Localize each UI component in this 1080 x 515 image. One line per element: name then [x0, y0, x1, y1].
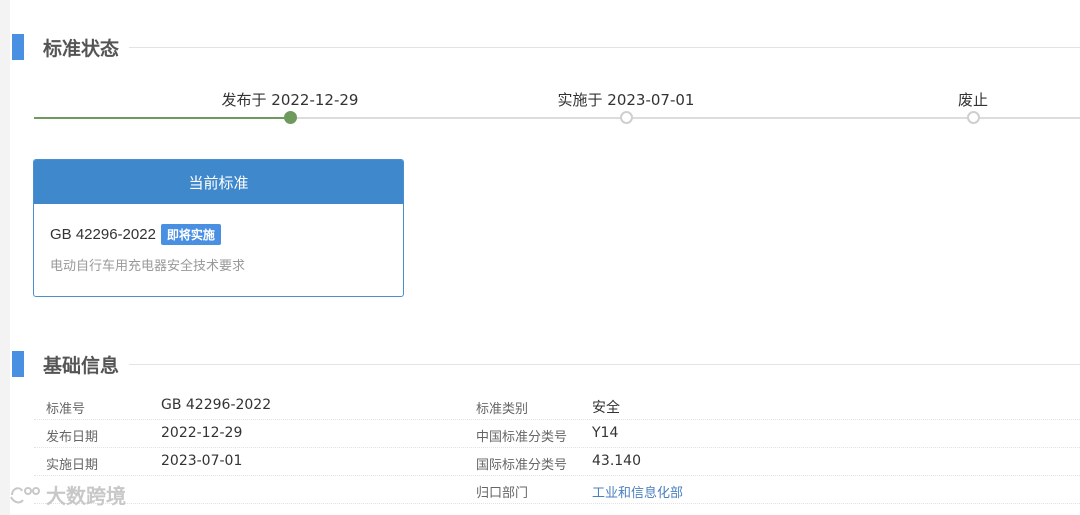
status-section-header: 标准状态 — [12, 34, 1080, 60]
section-marker — [12, 34, 24, 60]
info-label-ccs: 中国标准分类号 — [476, 430, 568, 445]
timeline-step-abolished-dot — [967, 111, 980, 124]
standard-description: 电动自行车用充电器安全技术要求 — [50, 259, 246, 274]
info-label-implement-date: 实施日期 — [46, 458, 99, 473]
current-standard-card[interactable]: 当前标准 GB 42296-2022 即将实施 电动自行车用充电器安全技术要求 — [33, 159, 404, 297]
section-marker — [12, 351, 24, 377]
timeline-step-published-dot — [284, 111, 297, 124]
info-value-category: 安全 — [592, 400, 620, 416]
info-value-implement-date: 2023-07-01 — [161, 453, 243, 469]
timeline-step-implemented-label: 实施于 2023-07-01 — [557, 91, 695, 109]
info-row: 归口部门 工业和信息化部 — [34, 476, 1080, 504]
watermark: 大数跨境 — [8, 480, 126, 509]
watermark-logo-icon — [10, 486, 40, 503]
info-label-publish-date: 发布日期 — [46, 430, 99, 445]
info-value-department-link[interactable]: 工业和信息化部 — [592, 482, 683, 501]
info-row: 标准号 GB 42296-2022 标准类别 安全 — [34, 392, 1080, 420]
section-divider — [129, 363, 1080, 365]
section-divider — [129, 46, 1080, 48]
info-value-ics: 43.140 — [592, 453, 641, 469]
info-value-ccs: Y14 — [592, 425, 619, 441]
info-value-publish-date: 2022-12-29 — [161, 425, 243, 441]
basic-section-title: 基础信息 — [43, 354, 120, 377]
info-row: 实施日期 2023-07-01 国际标准分类号 43.140 — [34, 448, 1080, 476]
status-badge: 即将实施 — [160, 224, 221, 245]
timeline-progress — [34, 117, 290, 119]
card-header: 当前标准 — [34, 160, 403, 204]
left-border-strip — [0, 0, 10, 515]
card-code-row: GB 42296-2022 即将实施 — [50, 224, 403, 245]
info-label-standard-number: 标准号 — [46, 402, 86, 417]
info-row: 发布日期 2022-12-29 中国标准分类号 Y14 — [34, 420, 1080, 448]
info-label-department: 归口部门 — [476, 486, 529, 501]
timeline-step-published-label: 发布于 2022-12-29 — [221, 91, 359, 109]
card-body: GB 42296-2022 即将实施 电动自行车用充电器安全技术要求 — [34, 204, 403, 274]
info-label-ics: 国际标准分类号 — [476, 458, 568, 473]
timeline-step-abolished-label: 废止 — [957, 91, 989, 109]
status-section-title: 标准状态 — [43, 37, 120, 60]
basic-section-header: 基础信息 — [12, 351, 1080, 377]
standard-code[interactable]: GB 42296-2022 — [50, 226, 156, 243]
timeline-step-implemented-dot — [620, 111, 633, 124]
info-label-category: 标准类别 — [476, 402, 529, 417]
info-value-standard-number: GB 42296-2022 — [161, 397, 272, 413]
watermark-text: 大数跨境 — [46, 484, 126, 508]
